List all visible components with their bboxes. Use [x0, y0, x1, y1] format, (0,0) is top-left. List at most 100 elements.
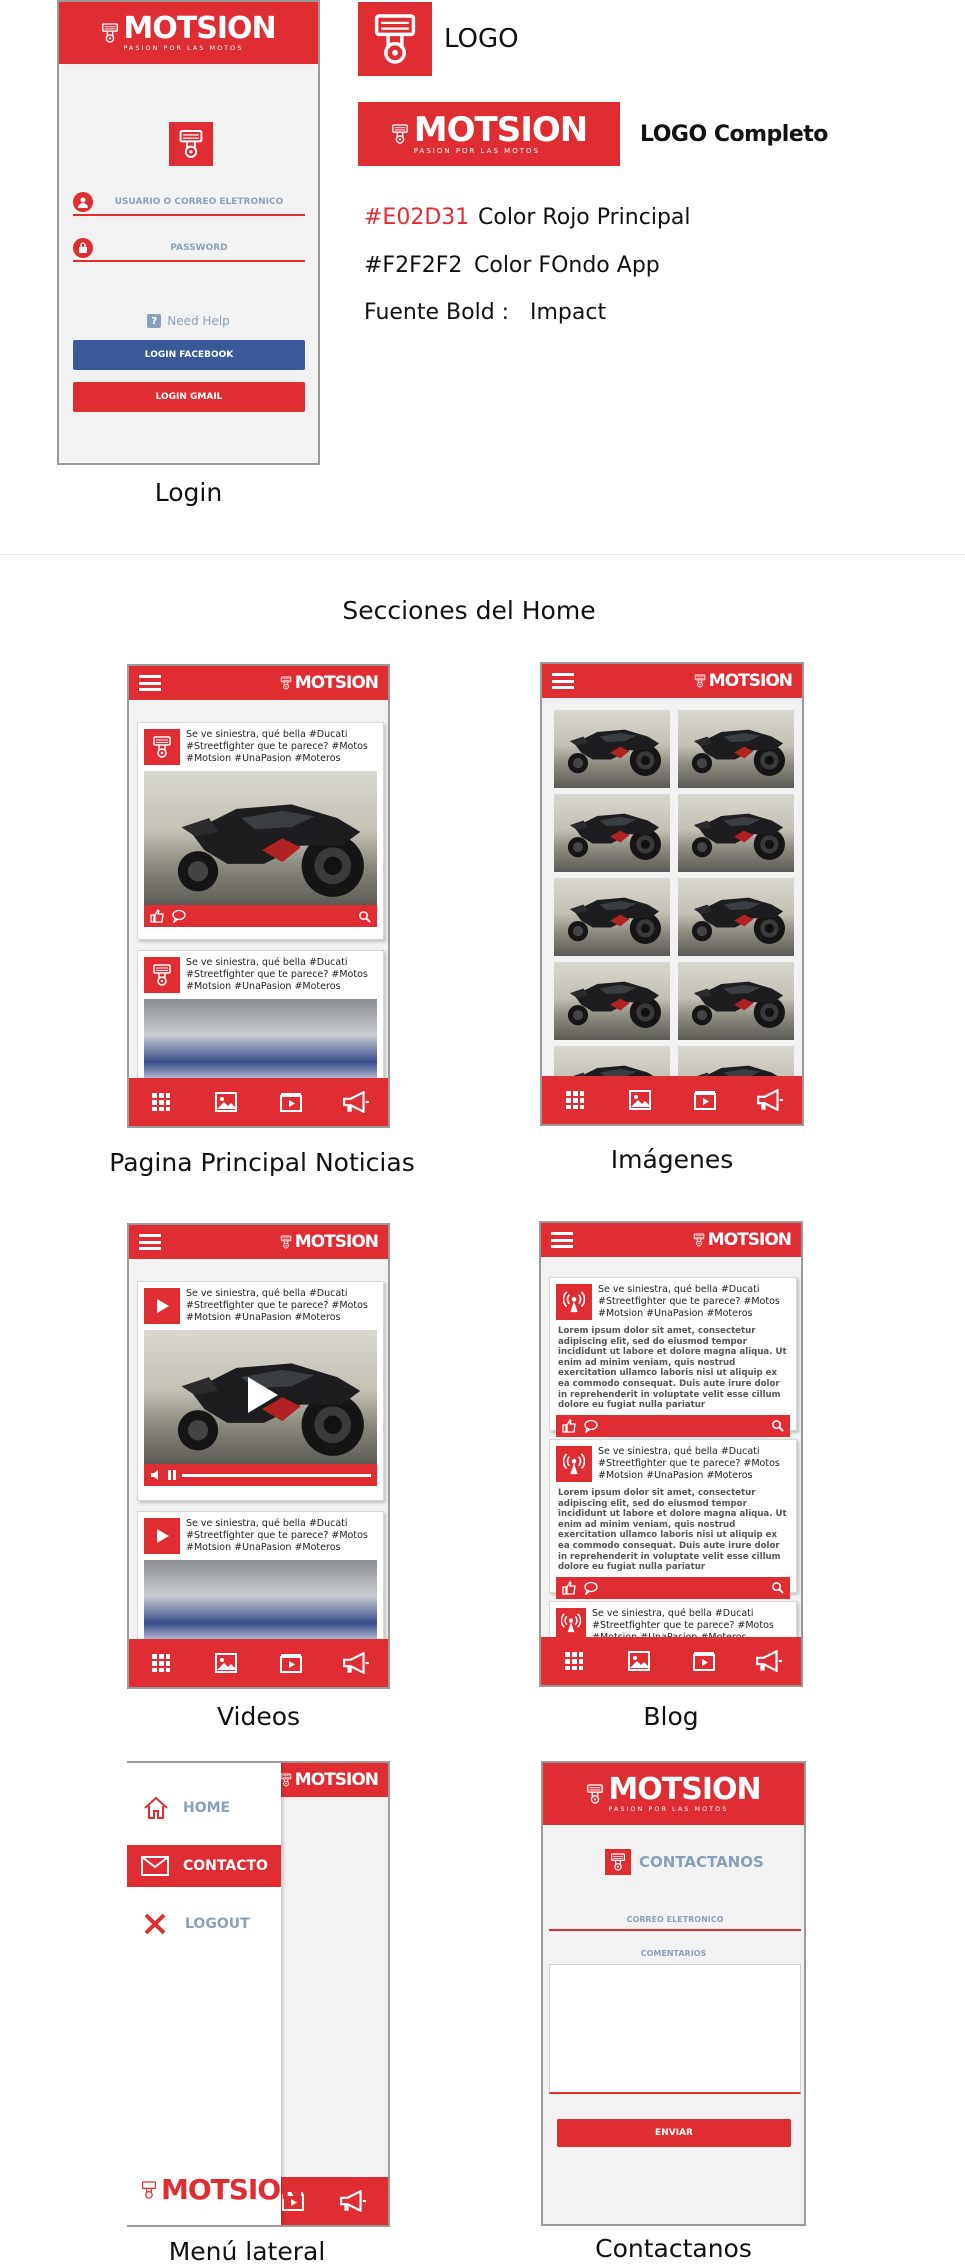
image-icon[interactable]: [211, 1649, 241, 1677]
pause-icon[interactable]: [167, 1469, 177, 1481]
brand-name: MOTSION: [294, 673, 379, 693]
like-icon[interactable]: [562, 1419, 576, 1433]
login-facebook-button[interactable]: LOGIN FACEBOOK: [73, 340, 305, 370]
hamburger-icon[interactable]: [551, 1232, 573, 1248]
video-player[interactable]: [144, 1330, 377, 1464]
comments-textarea[interactable]: [549, 1964, 801, 2094]
grid-photo[interactable]: [678, 794, 794, 872]
need-help-label: Need Help: [167, 314, 230, 328]
menu-logout-label: LOGOUT: [185, 1916, 250, 1932]
brand-logo: MOTSION: [280, 1232, 379, 1252]
contact-title: CONTACTANOS: [639, 1853, 764, 1871]
top-bar: MOTSION: [542, 664, 802, 698]
menu-item-contacto[interactable]: CONTACTO: [127, 1845, 281, 1887]
like-icon[interactable]: [150, 909, 164, 923]
brand-logo-full: MOTSION PASION POR LAS MOTOS: [391, 113, 588, 155]
top-bar: MOTSION: [129, 1225, 388, 1259]
progress-bar[interactable]: [182, 1473, 371, 1477]
image-icon[interactable]: [625, 1086, 655, 1114]
post-actions: [556, 1414, 790, 1437]
megaphone-icon[interactable]: [341, 1649, 371, 1677]
comment-icon[interactable]: [584, 1419, 598, 1433]
grid-photo[interactable]: [678, 878, 794, 956]
grid-photo[interactable]: [554, 794, 670, 872]
zoom-icon[interactable]: [771, 1581, 784, 1594]
piston-icon: [694, 674, 706, 688]
blog-card: Se ve siniestra, qué bella #Ducati #Stre…: [549, 1277, 797, 1437]
volume-icon[interactable]: [150, 1469, 162, 1481]
grid-photo[interactable]: [554, 962, 670, 1040]
brand-logo: MOTSION: [280, 673, 379, 693]
hamburger-icon[interactable]: [139, 1234, 161, 1250]
password-field[interactable]: PASSWORD: [73, 236, 305, 262]
blog-screen: MOTSION Se ve siniestra, qué bella #Duca…: [539, 1221, 803, 1687]
brand-name: MOTSION: [708, 671, 793, 691]
grid-photo[interactable]: [678, 1046, 794, 1078]
comment-icon[interactable]: [172, 909, 186, 923]
send-button[interactable]: ENVIAR: [557, 2119, 791, 2147]
grid-photo[interactable]: [678, 710, 794, 788]
play-icon[interactable]: [144, 1518, 180, 1554]
grid-icon[interactable]: [560, 1086, 590, 1114]
video-icon[interactable]: [690, 1086, 720, 1114]
videos-screen: MOTSION Se ve siniestra, qué bella #Duca…: [127, 1223, 390, 1689]
blog-excerpt: Lorem ipsum dolor sit amet, consectetur …: [558, 1326, 787, 1411]
like-icon[interactable]: [562, 1581, 576, 1595]
grid-photo[interactable]: [678, 962, 794, 1040]
grid-icon[interactable]: [559, 1647, 589, 1675]
post-text: Se ve siniestra, qué bella #Ducati #Stre…: [186, 1518, 368, 1553]
username-field[interactable]: USUARIO O CORREO ELETRONICO: [73, 190, 305, 216]
piston-icon: [391, 123, 409, 145]
need-help-link[interactable]: ? Need Help: [59, 314, 318, 328]
email-placeholder: CORREO ELETRONICO: [626, 1914, 724, 1924]
piston-icon: [693, 1233, 705, 1247]
play-icon[interactable]: [244, 1375, 280, 1415]
caption-contact: Contactanos: [595, 2234, 752, 2263]
megaphone-icon[interactable]: [338, 2187, 368, 2215]
grid-photo[interactable]: [554, 1046, 670, 1078]
play-icon[interactable]: [144, 1288, 180, 1324]
avatar: [144, 729, 180, 765]
color-bg-label: Color FOndo App: [474, 253, 660, 278]
login-screen: MOTSION PASION POR LAS MOTOS USUARIO O C…: [57, 0, 320, 465]
piston-icon: [152, 735, 172, 759]
image-icon[interactable]: [624, 1647, 654, 1675]
email-field[interactable]: CORREO ELETRONICO: [549, 1909, 801, 1931]
megaphone-icon[interactable]: [341, 1088, 371, 1116]
video-icon[interactable]: [276, 1088, 306, 1116]
caption-blog: Blog: [643, 1702, 699, 1731]
image-icon[interactable]: [211, 1088, 241, 1116]
zoom-icon[interactable]: [771, 1419, 784, 1432]
post-photo[interactable]: [144, 771, 377, 905]
login-gmail-button[interactable]: LOGIN GMAIL: [73, 382, 305, 412]
user-icon: [73, 192, 93, 212]
grid-icon[interactable]: [146, 1649, 176, 1677]
bottom-nav: [129, 1078, 388, 1126]
grid-icon[interactable]: [146, 1088, 176, 1116]
menu-item-home[interactable]: HOME: [127, 1787, 281, 1829]
post-photo[interactable]: [144, 999, 377, 1089]
mail-icon: [141, 1856, 169, 1876]
comment-icon[interactable]: [584, 1581, 598, 1595]
broadcast-icon: [556, 1446, 592, 1482]
help-icon: ?: [147, 314, 162, 328]
avatar: [144, 957, 180, 993]
menu-item-logout[interactable]: LOGOUT: [127, 1903, 281, 1945]
side-drawer: HOME CONTACTO LOGOUT MOTSION: [127, 1763, 304, 2225]
color-primary-hex: #E02D31: [364, 205, 470, 230]
grid-photo[interactable]: [554, 710, 670, 788]
video-player[interactable]: [144, 1560, 377, 1650]
video-icon[interactable]: [689, 1647, 719, 1675]
grid-photo[interactable]: [554, 878, 670, 956]
caption-side-menu: Menú lateral: [168, 2237, 326, 2266]
hamburger-icon[interactable]: [552, 673, 574, 689]
brand-name: MOTSION: [294, 1770, 379, 1790]
zoom-icon[interactable]: [358, 910, 371, 923]
megaphone-icon[interactable]: [754, 1647, 784, 1675]
piston-icon: [280, 676, 292, 690]
post-card: Se ve siniestra, qué bella #Ducati #Stre…: [137, 722, 384, 940]
brand-name: MOTSION: [123, 11, 276, 46]
hamburger-icon[interactable]: [139, 675, 161, 691]
video-icon[interactable]: [276, 1649, 306, 1677]
megaphone-icon[interactable]: [755, 1086, 785, 1114]
